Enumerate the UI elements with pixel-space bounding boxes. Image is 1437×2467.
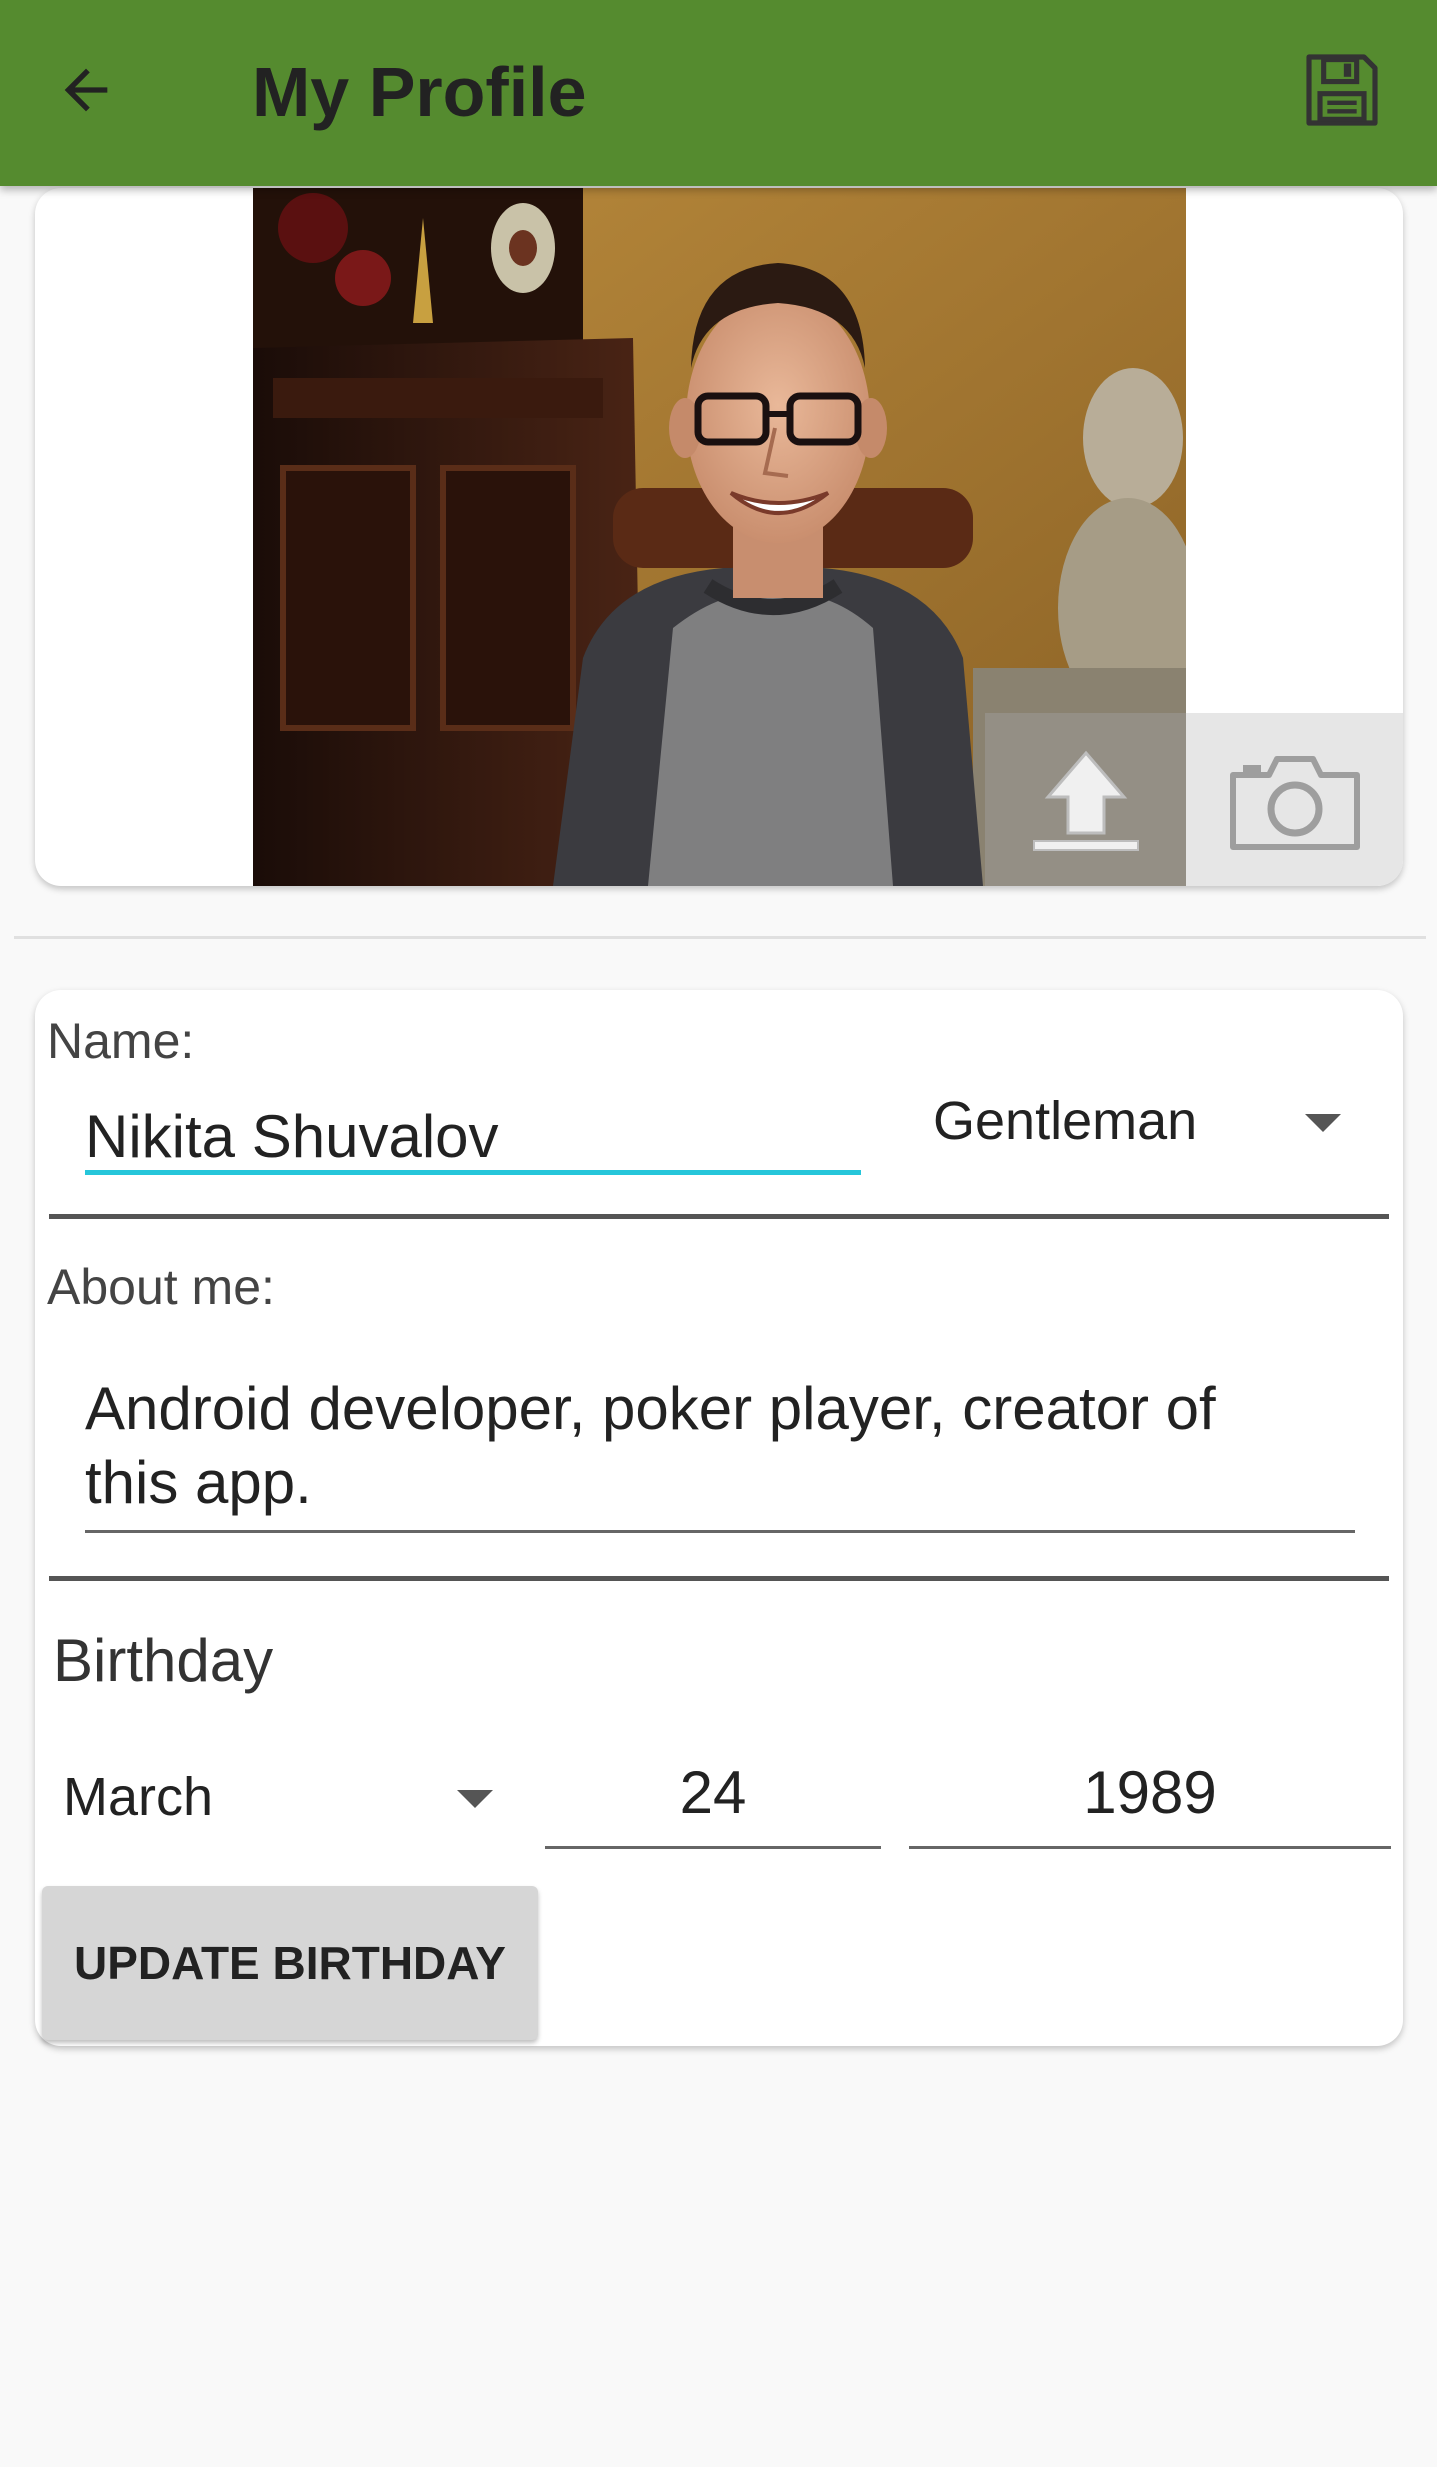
profile-form-card: Name: Nikita Shuvalov Gentleman About me…	[35, 990, 1403, 2046]
about-input-underline	[85, 1530, 1355, 1533]
upload-icon	[1032, 750, 1139, 851]
month-select-value: March	[63, 1767, 214, 1827]
back-button[interactable]	[44, 48, 128, 132]
year-input-underline	[909, 1846, 1391, 1849]
title-select-value: Gentleman	[933, 1091, 1198, 1151]
about-label: About me:	[47, 1259, 275, 1315]
year-input[interactable]: 1989	[909, 1758, 1391, 1842]
take-photo-button[interactable]	[1186, 713, 1403, 886]
birthday-label: Birthday	[53, 1627, 274, 1694]
arrow-left-icon	[64, 68, 108, 112]
page-title: My Profile	[252, 53, 587, 131]
day-input[interactable]: 24	[545, 1758, 881, 1842]
save-button[interactable]	[1292, 40, 1392, 140]
chevron-down-icon	[1305, 1114, 1341, 1132]
name-input-underline	[85, 1170, 861, 1175]
name-label: Name:	[47, 1013, 195, 1069]
floppy-disk-icon	[1306, 54, 1378, 126]
camera-icon	[1229, 755, 1360, 850]
upload-photo-button[interactable]	[985, 713, 1186, 886]
section-divider	[14, 936, 1426, 939]
day-input-underline	[545, 1846, 881, 1849]
chevron-down-icon	[457, 1790, 493, 1808]
update-birthday-button[interactable]: UPDATE BIRTHDAY	[42, 1886, 538, 2040]
about-me-input[interactable]: Android developer, poker player, creator…	[85, 1372, 1325, 1520]
divider	[49, 1576, 1389, 1581]
profile-photo-card	[35, 188, 1403, 886]
title-select[interactable]: Gentleman	[933, 1080, 1373, 1170]
divider	[49, 1214, 1389, 1219]
month-select[interactable]: March	[63, 1760, 503, 1850]
app-bar: My Profile	[0, 0, 1437, 186]
